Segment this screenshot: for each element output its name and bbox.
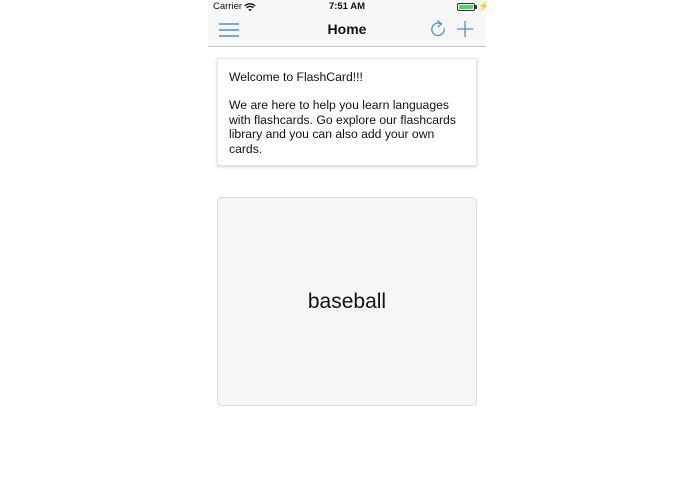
- status-bar: Carrier 7:51 AM ⚡: [208, 0, 490, 14]
- battery-icon: [457, 3, 475, 11]
- plus-icon[interactable]: [455, 18, 475, 40]
- welcome-message: We are here to help you learn languages …: [229, 98, 456, 156]
- navigation-bar: Home: [208, 14, 486, 47]
- clock-time: 7:51 AM: [328, 1, 366, 12]
- welcome-card: Welcome to FlashCard!!! We are here to h…: [217, 58, 477, 166]
- refresh-icon[interactable]: [428, 18, 448, 40]
- welcome-title: Welcome to FlashCard!!!: [229, 70, 363, 84]
- flashcard[interactable]: baseball: [217, 197, 477, 406]
- charging-bolt-icon: ⚡: [478, 1, 490, 11]
- battery-level: [459, 5, 473, 9]
- battery-nub: [475, 5, 477, 9]
- flashcard-word: baseball: [307, 289, 387, 313]
- app-screen: Carrier 7:51 AM ⚡ Home Welcome to FlashC…: [208, 0, 490, 494]
